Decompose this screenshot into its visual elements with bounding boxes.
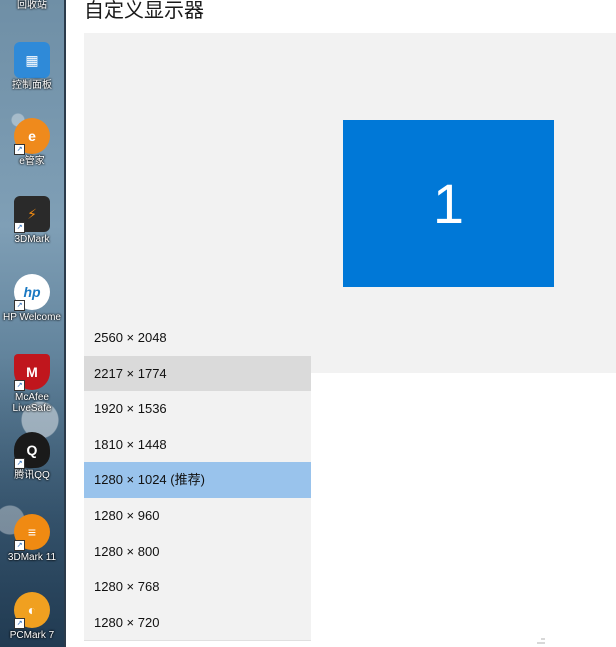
desktop-icon-hp-welcome[interactable]: hp ↗ HP Welcome xyxy=(2,270,62,342)
resolution-option[interactable]: 1280 × 800 xyxy=(84,534,311,570)
control-panel-icon: ▦ xyxy=(14,42,50,78)
resolution-option[interactable]: 1280 × 768 xyxy=(84,569,311,605)
desktop-icon-3dmark[interactable]: ⚡ ↗ 3DMark xyxy=(2,192,62,264)
desktop-icon-mcafee[interactable]: M ↗ McAfee LiveSafe xyxy=(2,350,62,422)
monitor-1-tile[interactable]: 1 xyxy=(343,120,554,287)
desktop-icon-label: HP Welcome xyxy=(3,312,61,323)
shortcut-arrow-icon: ↗ xyxy=(14,222,25,233)
desktop-icon-recycle-bin[interactable]: ♻ 回收站 xyxy=(2,0,62,30)
desktop-icon-label: PCMark 7 xyxy=(9,630,55,641)
page-title: 自定义显示器 xyxy=(84,0,204,22)
desktop-icon-label: 回收站 xyxy=(17,0,47,11)
shortcut-arrow-icon: ↗ xyxy=(14,458,25,469)
resolution-option[interactable]: 1280 × 720 xyxy=(84,605,311,641)
resolution-option-hovered[interactable]: 2217 × 1774 xyxy=(84,355,311,392)
desktop-icon-label: McAfee LiveSafe xyxy=(12,392,52,414)
desktop-icon-qq[interactable]: Q ↗ 腾讯QQ xyxy=(2,428,62,500)
shortcut-arrow-icon: ↗ xyxy=(14,144,25,155)
desktop-icon-label: e管家 xyxy=(19,156,45,167)
resolution-option[interactable]: 2560 × 2048 xyxy=(84,320,311,356)
desktop-icon-3dmark11[interactable]: ≡ ↗ 3DMark 11 xyxy=(2,510,62,582)
window-edge xyxy=(64,0,66,647)
shortcut-arrow-icon: ↗ xyxy=(14,618,25,629)
desktop-icon-label: 3DMark 11 xyxy=(7,552,57,563)
shortcut-arrow-icon: ↗ xyxy=(14,540,25,551)
desktop-icon-pcmark7[interactable]: ◐ ↗ PCMark 7 xyxy=(2,588,62,647)
resize-grip-icon xyxy=(537,638,545,644)
shortcut-arrow-icon: ↗ xyxy=(14,380,25,391)
desktop-icon-label: 腾讯QQ xyxy=(14,470,50,481)
desktop-icon-control-panel[interactable]: ▦ 控制面板 xyxy=(2,38,62,110)
resolution-option[interactable]: 1280 × 960 xyxy=(84,498,311,534)
resolution-option[interactable]: 1920 × 1536 xyxy=(84,391,311,427)
desktop-background: ♻ 回收站 ▦ 控制面板 e ↗ e管家 ⚡ ↗ 3DMark hp ↗ HP … xyxy=(0,0,64,647)
desktop-icon-e-manager[interactable]: e ↗ e管家 xyxy=(2,114,62,186)
desktop-icon-label: 3DMark xyxy=(14,234,50,245)
desktop-icon-label: 控制面板 xyxy=(12,80,52,91)
shortcut-arrow-icon: ↗ xyxy=(14,300,25,311)
monitor-number: 1 xyxy=(432,172,465,235)
resolution-option[interactable]: 1810 × 1448 xyxy=(84,427,311,463)
resolution-option-selected[interactable]: 1280 × 1024 (推荐) xyxy=(84,462,311,498)
resolution-dropdown-list[interactable]: 2560 × 2048 2217 × 1774 1920 × 1536 1810… xyxy=(84,320,311,641)
